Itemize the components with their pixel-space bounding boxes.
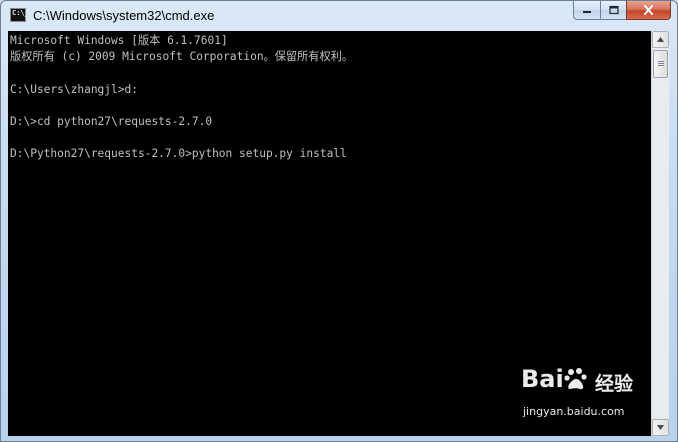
arrow-down-icon [657,425,664,430]
cmd-icon[interactable]: C:\_ [10,8,29,22]
console-line: 版权所有 (c) 2009 Microsoft Corporation。保留所有… [10,50,354,63]
baidu-paw-icon [564,368,587,390]
close-button[interactable] [626,1,671,20]
watermark-brand: Bai [521,365,564,393]
vertical-scrollbar[interactable] [651,31,669,436]
baidu-watermark: Bai 经验 jingyan.baidu.com [519,365,643,435]
scroll-down-button[interactable] [652,419,669,436]
watermark-cn: 经验 [595,373,634,395]
grip-line [658,63,664,64]
console-line: D:\>cd python27\requests-2.7.0 [10,115,213,128]
minimize-button[interactable] [573,1,600,20]
scroll-thumb[interactable] [653,50,668,78]
cmd-icon-text: C:\_ [12,9,29,17]
grip-line [658,65,664,66]
console-line: D:\Python27\requests-2.7.0>python setup.… [10,147,347,160]
window-controls [573,1,671,21]
watermark-url: jingyan.baidu.com [523,405,625,418]
title-bar[interactable]: C:\_ C:\Windows\system32\cmd.exe [1,1,677,31]
grip-line [658,61,664,62]
close-icon [644,5,653,15]
maximize-button[interactable] [600,1,626,20]
console-line: Microsoft Windows [版本 6.1.7601] [10,34,228,47]
cmd-window: C:\_ C:\Windows\system32\cmd.exe Microso… [0,0,678,442]
maximize-icon [608,5,619,15]
window-title: C:\Windows\system32\cmd.exe [33,8,215,23]
minimize-icon [583,11,591,13]
arrow-up-icon [657,37,664,42]
scroll-up-button[interactable] [652,31,669,48]
console-line: C:\Users\zhangjl>d: [10,83,138,96]
